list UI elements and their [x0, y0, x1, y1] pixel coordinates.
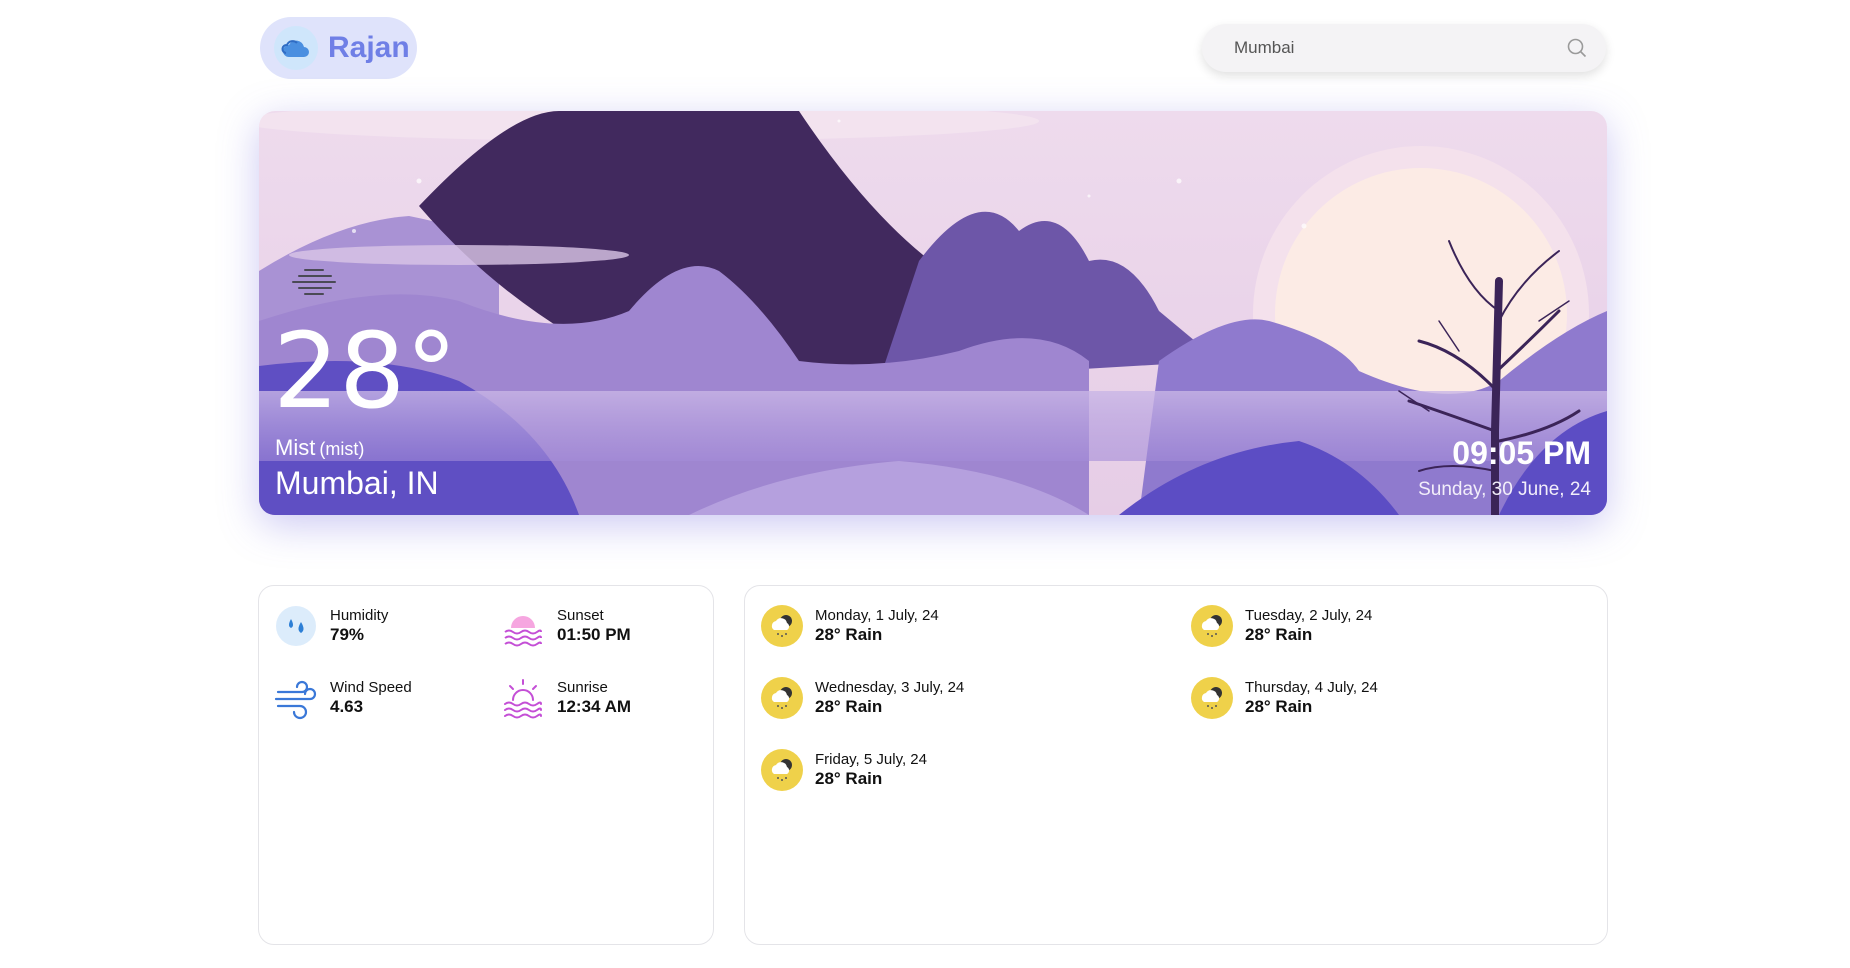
current-date: Sunday, 30 June, 24: [1418, 479, 1591, 500]
rain-icon: [761, 605, 803, 647]
forecast-item[interactable]: Monday, 1 July, 24 28° Rain: [761, 605, 939, 647]
forecast-card: Monday, 1 July, 24 28° Rain Tuesday, 2 J…: [744, 585, 1608, 945]
rain-icon: [1191, 605, 1233, 647]
wind-speed-label: Wind Speed: [330, 679, 412, 696]
condition-label: Mist: [275, 435, 316, 460]
forecast-item[interactable]: Wednesday, 3 July, 24 28° Rain: [761, 677, 964, 719]
forecast-item[interactable]: Tuesday, 2 July, 24 28° Rain: [1191, 605, 1372, 647]
temperature: 28°: [273, 310, 458, 432]
rain-icon: [761, 677, 803, 719]
brand-name: Rajan: [328, 31, 410, 64]
forecast-item[interactable]: Thursday, 4 July, 24 28° Rain: [1191, 677, 1378, 719]
wind-speed-stat: Wind Speed 4.63: [274, 676, 412, 720]
weather-condition: Mist (mist): [275, 435, 364, 461]
landscape-illustration: [259, 111, 1607, 515]
sunrise-value: 12:34 AM: [557, 697, 632, 716]
forecast-summary: 28° Rain: [815, 697, 883, 716]
mist-icon: [291, 266, 337, 305]
rain-icon: [761, 749, 803, 791]
forecast-summary: 28° Rain: [1245, 625, 1313, 644]
forecast-date: Monday, 1 July, 24: [815, 607, 939, 624]
search-bar: [1202, 24, 1606, 72]
sunset-value: 01:50 PM: [557, 625, 631, 644]
humidity-icon: [274, 604, 318, 648]
current-time: 09:05 PM: [1452, 435, 1591, 471]
search-icon[interactable]: [1566, 37, 1588, 59]
sunrise-stat: Sunrise 12:34 AM: [501, 676, 631, 720]
condition-description: (mist): [319, 439, 365, 459]
forecast-item[interactable]: Friday, 5 July, 24 28° Rain: [761, 749, 927, 791]
forecast-summary: 28° Rain: [1245, 697, 1313, 716]
humidity-stat: Humidity 79%: [274, 604, 388, 648]
humidity-value: 79%: [330, 625, 365, 644]
forecast-summary: 28° Rain: [815, 625, 883, 644]
sunrise-label: Sunrise: [557, 679, 608, 696]
rain-icon: [1191, 677, 1233, 719]
brand-logo[interactable]: Rajan: [260, 17, 417, 79]
sunset-stat: Sunset 01:50 PM: [501, 604, 631, 648]
highlights-card: Humidity 79% Sunset 01:50 PM Wind Speed …: [258, 585, 714, 945]
forecast-date: Tuesday, 2 July, 24: [1245, 607, 1373, 624]
forecast-summary: 28° Rain: [815, 769, 883, 788]
humidity-label: Humidity: [330, 607, 389, 624]
current-weather-card: 28° Mist (mist) Mumbai, IN 09:05 PM Sunda…: [259, 111, 1607, 515]
search-input[interactable]: [1232, 37, 1566, 59]
wind-icon: [274, 676, 318, 720]
sunset-icon: [501, 604, 545, 648]
sunset-label: Sunset: [557, 607, 604, 624]
location-label: Mumbai, IN: [275, 465, 439, 501]
forecast-date: Wednesday, 3 July, 24: [815, 679, 965, 696]
cloud-icon: [274, 26, 318, 70]
forecast-date: Friday, 5 July, 24: [815, 751, 927, 768]
forecast-date: Thursday, 4 July, 24: [1245, 679, 1378, 696]
wind-speed-value: 4.63: [330, 697, 364, 716]
sunrise-icon: [501, 676, 545, 720]
